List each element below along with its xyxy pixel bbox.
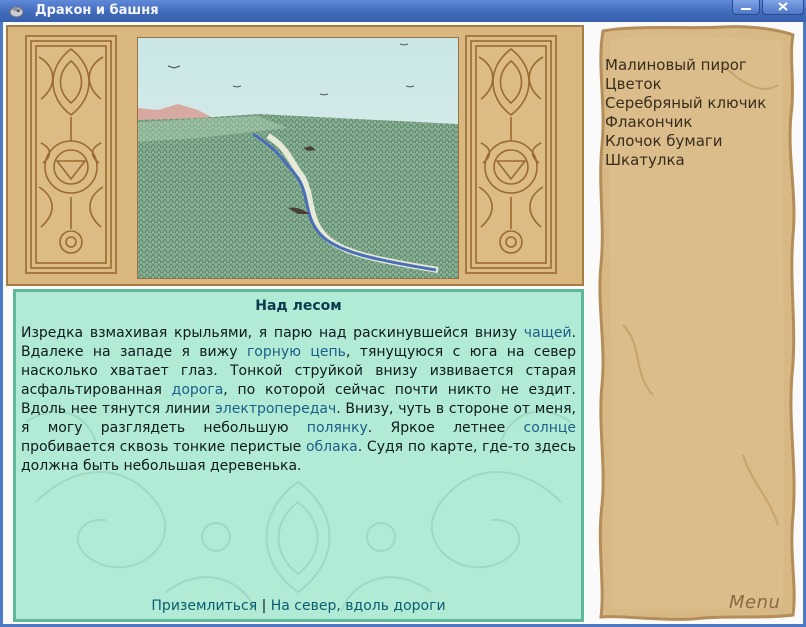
ornament-right-graphic [470, 40, 552, 269]
story-text: Изредка взмахивая крыльями, я парю над р… [21, 325, 524, 341]
story-keyword-link[interactable]: полянку [307, 420, 368, 436]
scene-description: Изредка взмахивая крыльями, я парю над р… [21, 324, 576, 476]
story-text: . Яркое летнее [367, 420, 524, 436]
action-land-link[interactable]: Приземлиться [151, 598, 257, 614]
menu-button[interactable]: Menu [729, 592, 780, 613]
story-keyword-link[interactable]: электропередач [215, 401, 336, 417]
inventory-list: Малиновый пирог Цветок Серебряный ключик Фл… [605, 56, 766, 170]
window-title: Дракон и башня [35, 3, 159, 18]
forest-landscape-picture [137, 37, 459, 279]
story-keyword-link[interactable]: горную цепь [247, 344, 346, 360]
story-keyword-link[interactable]: чащей [524, 325, 572, 341]
ornament-panel-right [465, 35, 557, 274]
story-text: пробивается сквозь тонкие перистые [21, 439, 306, 455]
ornament-panel-left [25, 35, 117, 274]
ornament-left-graphic [30, 40, 112, 269]
inventory-item[interactable]: Шкатулка [605, 151, 766, 170]
scene-title: Над лесом [255, 298, 342, 314]
close-icon [778, 2, 788, 11]
action-choices: Приземлиться | На север, вдоль дороги [16, 598, 581, 614]
inventory-item[interactable]: Цветок [605, 75, 766, 94]
minimize-button[interactable] [732, 0, 760, 15]
inventory-item[interactable]: Флакончик [605, 113, 766, 132]
action-separator: | [257, 598, 271, 614]
story-keyword-link[interactable]: солнце [524, 420, 577, 436]
action-north-link[interactable]: На север, вдоль дороги [271, 598, 446, 614]
inventory-item[interactable]: Серебряный ключик [605, 94, 766, 113]
window-titlebar[interactable]: Дракон и башня [0, 0, 806, 22]
close-button[interactable] [762, 0, 804, 15]
story-keyword-link[interactable]: дорога [172, 382, 224, 398]
dragon-app-icon [9, 6, 24, 18]
inventory-item[interactable]: Малиновый пирог [605, 56, 766, 75]
inventory-item[interactable]: Клочок бумаги [605, 132, 766, 151]
story-keyword-link[interactable]: облака [306, 439, 358, 455]
story-card: Над лесом Изредка взмахивая крыльями, я … [13, 289, 584, 622]
scene-picture-frame [6, 25, 584, 286]
